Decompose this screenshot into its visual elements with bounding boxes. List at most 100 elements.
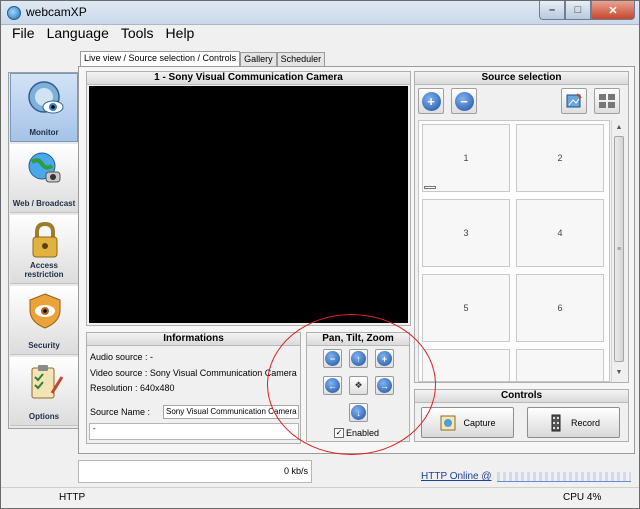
- tilt-down-button[interactable]: ↓: [349, 403, 368, 422]
- tab-live-view[interactable]: Live view / Source selection / Controls: [80, 51, 241, 67]
- record-label: Record: [570, 417, 600, 428]
- arrow-right-icon: →: [377, 378, 392, 393]
- sidebar-item-access-restriction[interactable]: Access restriction: [10, 215, 78, 284]
- sidebar-item-options[interactable]: Options: [10, 357, 78, 426]
- center-dot-icon: ❖: [354, 380, 363, 390]
- http-online-url-obscured[interactable]: [497, 472, 631, 482]
- padlock-icon: [32, 221, 58, 258]
- source-grid: 1 2 3 4 5 6: [418, 120, 610, 382]
- source-grid-scrollbar[interactable]: ▲ ≡ ▼: [611, 120, 625, 382]
- menu-file[interactable]: File: [6, 25, 41, 44]
- ptz-enabled-row: ✓ Enabled: [334, 428, 379, 438]
- audio-source-text: Audio source : -: [90, 352, 154, 362]
- shield-eye-icon: [29, 293, 61, 329]
- resolution-text: Resolution : 640x480: [90, 383, 175, 393]
- active-source-marker: [424, 186, 436, 189]
- zoom-out-button[interactable]: −: [323, 349, 342, 368]
- source-cell[interactable]: 4: [516, 199, 604, 267]
- webcamxp-logo-icon: [7, 6, 21, 20]
- source-cell[interactable]: 5: [422, 274, 510, 342]
- ptz-title: Pan, Tilt, Zoom: [307, 333, 409, 346]
- sidebar-item-security[interactable]: Security: [10, 286, 78, 355]
- zoom-in-icon: +: [377, 351, 392, 366]
- status-http: HTTP: [59, 492, 86, 503]
- sidebar-item-monitor[interactable]: Monitor: [10, 73, 78, 142]
- picture-edit-icon: [566, 93, 582, 108]
- minimize-button[interactable]: –: [539, 1, 565, 20]
- menu-language[interactable]: Language: [41, 25, 115, 44]
- title-bar[interactable]: webcamXP – □ ✕: [1, 1, 639, 25]
- sidebar-item-web-broadcast[interactable]: Web / Broadcast: [10, 144, 78, 213]
- add-source-button[interactable]: +: [418, 88, 444, 114]
- minus-icon: −: [454, 91, 474, 111]
- ptz-enabled-label: Enabled: [346, 428, 380, 438]
- clipboard-checklist-icon: [31, 365, 64, 399]
- http-online-link[interactable]: HTTP Online @: [421, 471, 492, 482]
- source-name-label: Source Name :: [90, 407, 151, 417]
- source-cell[interactable]: 2: [516, 124, 604, 192]
- pan-left-button[interactable]: ←: [323, 376, 342, 395]
- tab-gallery[interactable]: Gallery: [240, 52, 277, 67]
- zoom-out-icon: −: [325, 351, 340, 366]
- live-view-panel: 1 - Sony Visual Communication Camera: [86, 71, 411, 326]
- window-title: webcamXP: [26, 5, 87, 19]
- menu-tools[interactable]: Tools: [115, 25, 160, 44]
- maximize-button[interactable]: □: [565, 1, 591, 20]
- video-display[interactable]: [89, 86, 408, 323]
- status-bar: HTTP CPU 4%: [1, 487, 639, 508]
- source-selection-panel: Source selection + − 1 2 3 4 5 6 ▲ ≡ ▼: [414, 71, 629, 383]
- source-cell[interactable]: 1: [422, 124, 510, 192]
- source-cell[interactable]: 3: [422, 199, 510, 267]
- globe-broadcast-icon: [28, 152, 61, 183]
- capture-picture-icon: [440, 415, 456, 430]
- scroll-thumb[interactable]: ≡: [614, 136, 624, 362]
- sidebar-item-label: Monitor: [29, 128, 59, 137]
- source-properties-button[interactable]: [561, 88, 587, 114]
- status-cpu: CPU 4%: [563, 492, 602, 503]
- plus-icon: +: [421, 91, 441, 111]
- close-button[interactable]: ✕: [591, 1, 635, 20]
- capture-button[interactable]: Capture: [421, 407, 514, 438]
- source-selection-title: Source selection: [415, 72, 628, 85]
- tab-bar: Live view / Source selection / Controls …: [80, 51, 326, 67]
- capture-label: Capture: [463, 417, 496, 428]
- sidebar-item-label: Access restriction: [24, 261, 64, 279]
- source-extra-field[interactable]: -: [89, 423, 299, 440]
- ptz-home-button[interactable]: ❖: [349, 376, 368, 395]
- grid-layout-icon: [599, 94, 615, 108]
- video-source-text: Video source : Sony Visual Communication…: [90, 368, 297, 378]
- live-view-title: 1 - Sony Visual Communication Camera: [87, 72, 410, 85]
- menu-help[interactable]: Help: [160, 25, 201, 44]
- bandwidth-display: 0 kb/s: [78, 460, 312, 483]
- film-record-icon: [551, 414, 561, 431]
- informations-panel: Informations Audio source : - Video sour…: [86, 332, 301, 444]
- monitor-eye-icon: [28, 81, 64, 114]
- sidebar-item-label: Security: [28, 341, 60, 350]
- remove-source-button[interactable]: −: [451, 88, 477, 114]
- app-window: webcamXP – □ ✕ File Language Tools Help …: [0, 0, 640, 509]
- pan-right-button[interactable]: →: [375, 376, 394, 395]
- zoom-in-button[interactable]: +: [375, 349, 394, 368]
- scroll-up-icon[interactable]: ▲: [613, 122, 625, 134]
- sidebar-item-label: Web / Broadcast: [12, 199, 76, 208]
- source-cell[interactable]: 6: [516, 274, 604, 342]
- record-button[interactable]: Record: [527, 407, 620, 438]
- controls-panel: Controls Capture Record: [414, 389, 629, 442]
- source-name-input[interactable]: Sony Visual Communication Camera: [163, 405, 299, 419]
- menu-bar: File Language Tools Help: [1, 25, 639, 44]
- scroll-down-icon[interactable]: ▼: [613, 367, 625, 379]
- arrow-down-icon: ↓: [351, 405, 366, 420]
- tab-scheduler[interactable]: Scheduler: [276, 52, 326, 67]
- source-cell[interactable]: [516, 349, 604, 381]
- sidebar: Monitor Web / Broadcast Access restricti…: [8, 72, 79, 429]
- sidebar-item-label: Options: [28, 412, 60, 421]
- controls-title: Controls: [415, 390, 628, 403]
- source-cell[interactable]: [422, 349, 510, 381]
- tilt-up-button[interactable]: ↑: [349, 349, 368, 368]
- informations-title: Informations: [87, 333, 300, 346]
- arrow-up-icon: ↑: [351, 351, 366, 366]
- arrow-left-icon: ←: [325, 378, 340, 393]
- ptz-panel: Pan, Tilt, Zoom − ↑ + ← ❖ → ↓ ✓ Enabled: [306, 332, 410, 442]
- ptz-enabled-checkbox[interactable]: ✓: [334, 428, 344, 438]
- grid-layout-button[interactable]: [594, 88, 620, 114]
